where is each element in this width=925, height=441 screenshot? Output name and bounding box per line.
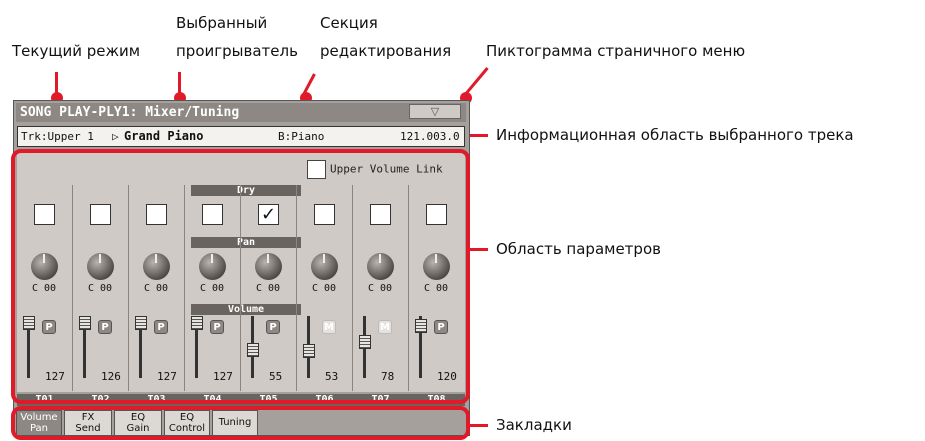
song-position: 121.003.0 xyxy=(400,130,460,143)
highlight-param-area xyxy=(11,149,470,404)
triangle-down-icon: ▽ xyxy=(430,105,440,118)
label-selected-player-line1: Выбранный xyxy=(176,14,268,32)
label-page-menu-icon: Пиктограмма страничного меню xyxy=(486,42,746,60)
callout-line-params xyxy=(470,248,488,251)
label-track-info-area: Информационная область выбранного трека xyxy=(496,126,854,144)
label-edit-section-line2: редактирования xyxy=(320,42,452,60)
bank-name: B:Piano xyxy=(278,130,325,143)
page-menu-button[interactable]: ▽ xyxy=(409,104,461,119)
page-title: SONG PLAY-PLY1: Mixer/Tuning xyxy=(16,103,466,122)
highlight-tabs xyxy=(11,406,470,440)
label-edit-section-line1: Секция xyxy=(320,14,378,32)
sound-name: Grand Piano xyxy=(124,129,204,143)
label-current-mode: Текущий режим xyxy=(12,42,141,60)
label-selected-player-line2: проигрыватель xyxy=(176,42,298,60)
page-title-text: SONG PLAY-PLY1: Mixer/Tuning xyxy=(20,105,240,120)
play-triangle-icon: ▷ xyxy=(112,130,119,143)
label-param-area: Область параметров xyxy=(496,240,661,258)
track-name: Trk:Upper 1 xyxy=(21,130,94,143)
label-tabs: Закладки xyxy=(496,416,572,434)
callout-line-menu xyxy=(464,67,489,96)
track-info-bar: Trk:Upper 1 ▷ Grand Piano B:Piano 121.00… xyxy=(17,126,465,147)
callout-line-tabs xyxy=(470,424,488,427)
